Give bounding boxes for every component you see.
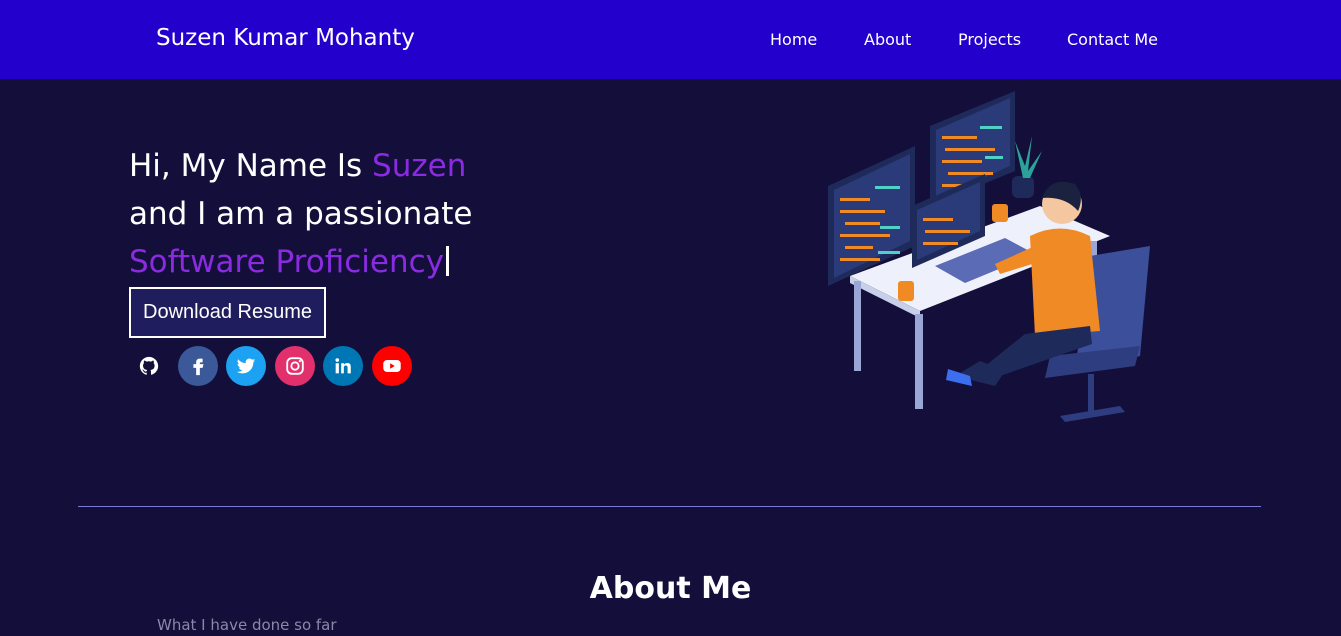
about-section-subtitle: What I have done so far: [157, 616, 337, 634]
hero-line-1: Hi, My Name Is Suzen: [129, 142, 649, 190]
github-icon: [139, 356, 159, 375]
download-resume-button[interactable]: Download Resume: [129, 287, 326, 338]
nav-about[interactable]: About: [864, 30, 911, 49]
instagram-icon: [286, 357, 304, 375]
navbar: Suzen Kumar Mohanty Home About Projects …: [0, 0, 1341, 79]
facebook-link[interactable]: [178, 346, 218, 386]
nav-projects[interactable]: Projects: [958, 30, 1021, 49]
hero-heading: Hi, My Name Is Suzen and I am a passiona…: [129, 142, 649, 286]
github-link[interactable]: [129, 346, 169, 386]
nav-home[interactable]: Home: [770, 30, 817, 49]
developer-illustration: [828, 91, 1150, 422]
linkedin-link[interactable]: [323, 346, 363, 386]
plant-icon: [1015, 136, 1042, 178]
section-divider: [78, 506, 1261, 507]
nav-links: Home About Projects Contact Me: [0, 30, 1341, 52]
hero-line-3: Software Proficiency: [129, 238, 649, 286]
twitter-icon: [236, 358, 256, 374]
twitter-link[interactable]: [226, 346, 266, 386]
youtube-link[interactable]: [372, 346, 412, 386]
youtube-icon: [383, 360, 401, 372]
instagram-link[interactable]: [275, 346, 315, 386]
nav-contact-me[interactable]: Contact Me: [1067, 30, 1158, 49]
hero-name: Suzen: [372, 148, 467, 184]
hero-line-2: and I am a passionate: [129, 196, 473, 232]
social-links: [129, 346, 429, 386]
mug-icon: [898, 281, 914, 301]
facebook-icon: [193, 358, 204, 376]
about-section-title: About Me: [589, 571, 752, 606]
hero-role-typed: Software Proficiency: [129, 244, 444, 280]
linkedin-icon: [335, 358, 351, 374]
hero-greeting: Hi, My Name Is: [129, 148, 373, 184]
typing-caret: [445, 246, 449, 276]
